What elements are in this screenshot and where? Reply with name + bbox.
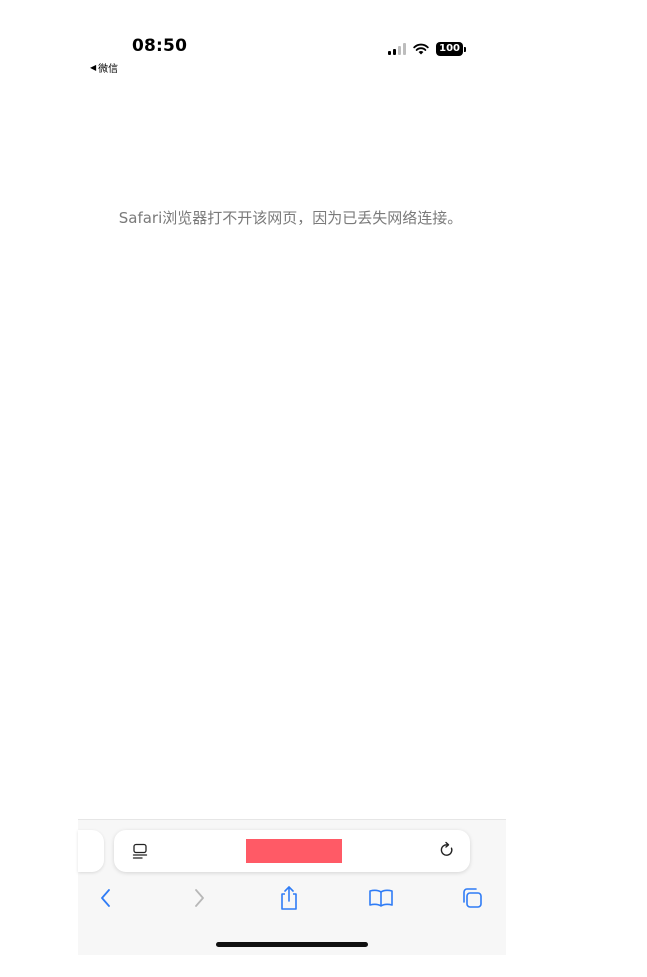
status-time: 08:50 xyxy=(132,36,188,56)
signal-icon xyxy=(388,43,407,55)
share-icon xyxy=(281,886,297,910)
battery-level: 100 xyxy=(436,42,463,56)
safari-toolbar xyxy=(78,880,506,916)
address-bar[interactable] xyxy=(114,830,470,872)
home-indicator[interactable] xyxy=(216,942,368,947)
bookmarks-icon xyxy=(369,889,393,907)
back-to-app[interactable]: ◀ 微信 xyxy=(90,60,118,75)
network-error-message: Safari浏览器打不开该网页，因为已丢失网络连接。 xyxy=(118,209,463,227)
back-button[interactable] xyxy=(91,884,121,912)
share-button[interactable] xyxy=(274,884,304,912)
tabs-button[interactable] xyxy=(457,884,487,912)
back-app-label: 微信 xyxy=(98,64,119,75)
forward-icon xyxy=(195,889,204,907)
status-icons: 100 xyxy=(388,42,466,56)
forward-button[interactable] xyxy=(184,884,214,912)
phone-screen: 08:50 ◀ 微信 100 Safari浏览器打不开该网页，因为已丢失网络连接… xyxy=(78,0,506,977)
tabs-icon xyxy=(463,888,482,908)
back-triangle-icon: ◀ xyxy=(90,63,97,72)
battery-icon: 100 xyxy=(436,42,466,56)
previous-tab-preview[interactable] xyxy=(78,830,104,872)
bookmarks-button[interactable] xyxy=(366,884,396,912)
wifi-icon xyxy=(413,43,429,55)
page-format-icon[interactable] xyxy=(132,843,148,859)
back-icon xyxy=(101,889,110,907)
reload-icon[interactable] xyxy=(438,841,456,859)
url-redacted[interactable] xyxy=(246,839,342,863)
safari-bottom-bar xyxy=(78,819,506,955)
